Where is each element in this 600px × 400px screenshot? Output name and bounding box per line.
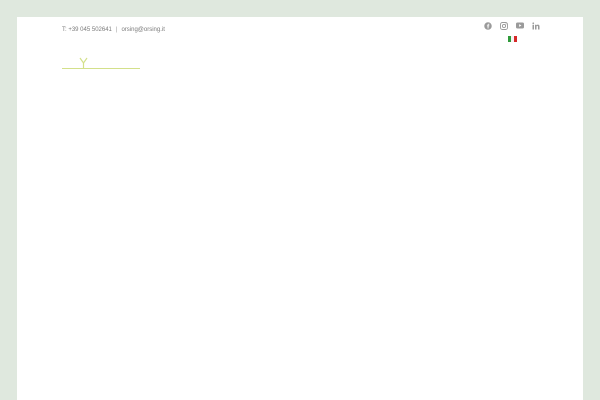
italy-flag-icon[interactable]	[508, 36, 517, 42]
contact-bar: T: +39 045 502641 | orsing@orsing.it	[62, 23, 165, 37]
facebook-icon[interactable]	[483, 21, 492, 30]
social-links	[483, 21, 540, 30]
logo-mark-icon	[62, 57, 140, 69]
page-container: T: +39 045 502641 | orsing@orsing.it	[17, 17, 583, 400]
youtube-icon[interactable]	[515, 21, 524, 30]
flag-stripe-red	[514, 36, 517, 42]
instagram-icon[interactable]	[499, 21, 508, 30]
email-link[interactable]: orsing@orsing.it	[121, 27, 164, 33]
contact-separator: |	[115, 27, 118, 33]
logo[interactable]	[62, 55, 142, 71]
phone-number[interactable]: T: +39 045 502641	[62, 27, 112, 33]
linkedin-icon[interactable]	[531, 21, 540, 30]
